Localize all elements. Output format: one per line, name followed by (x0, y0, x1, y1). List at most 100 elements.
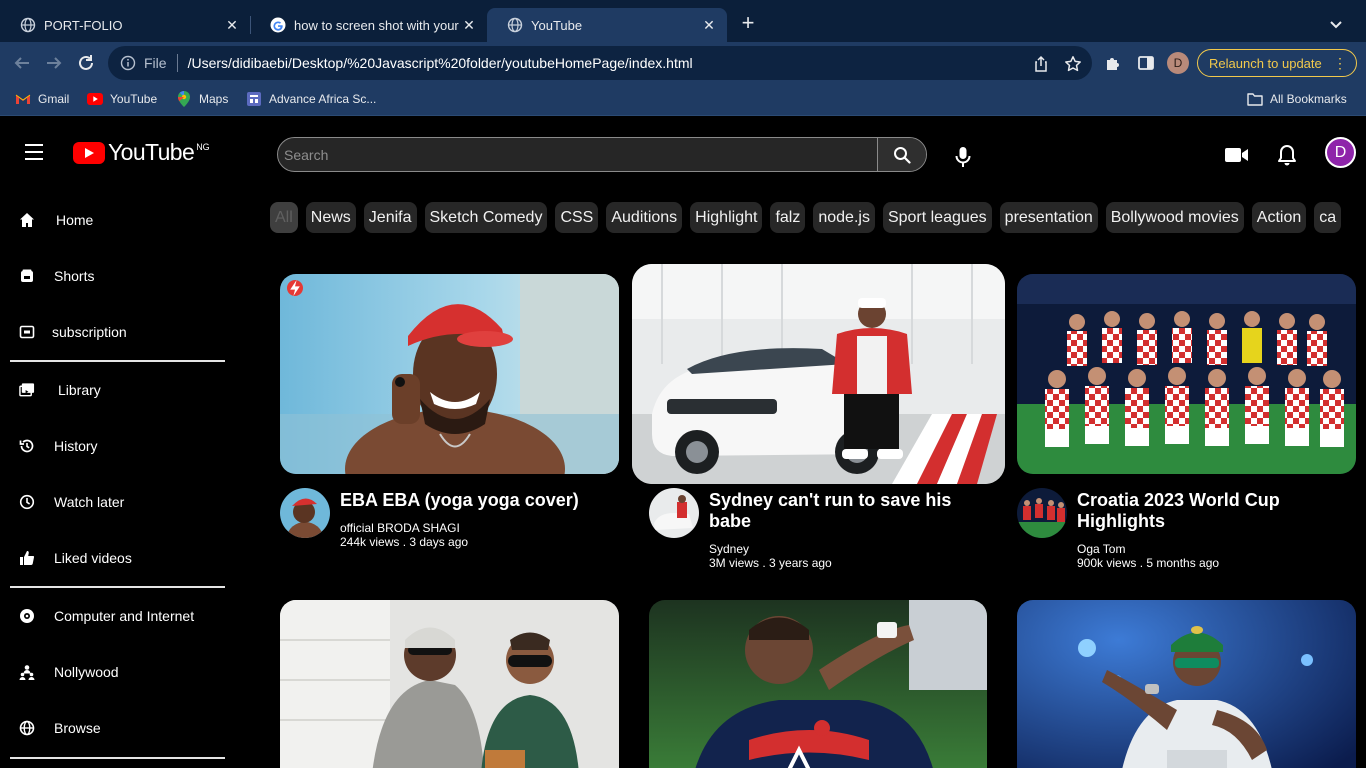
chip-bar: All News Jenifa Sketch Comedy CSS Auditions Hi… (270, 202, 1366, 236)
arrow-left-icon (14, 57, 29, 69)
more-vertical-icon[interactable]: ⋮ (1333, 55, 1347, 72)
sidebar-divider (10, 757, 225, 759)
tab-title: how to screen shot with your r (294, 17, 461, 33)
subscription-icon (19, 324, 35, 340)
channel-name[interactable]: Oga Tom (1077, 542, 1125, 556)
share-icon[interactable] (1032, 55, 1050, 73)
video-title[interactable]: Sydney can't run to save his babe (709, 490, 989, 532)
sidebar-item-home[interactable]: Home (0, 200, 240, 240)
chip-sport-leagues[interactable]: Sport leagues (882, 202, 992, 233)
video-title[interactable]: Croatia 2023 World Cup Highlights (1077, 490, 1352, 532)
forward-button[interactable] (43, 52, 65, 74)
channel-name[interactable]: Sydney (709, 542, 749, 556)
video-meta: 3M views . 3 years ago (709, 556, 832, 570)
info-icon[interactable] (120, 55, 136, 71)
browser-profile-avatar[interactable]: D (1167, 52, 1189, 74)
bell-icon[interactable] (1276, 143, 1298, 167)
reload-button[interactable] (75, 52, 97, 74)
address-bar[interactable]: File /Users/didibaebi/Desktop/%20Javascr… (108, 46, 1092, 80)
browser-tab-google-search[interactable]: how to screen shot with your r ✕ (250, 8, 487, 42)
sidebar-item-label: Watch later (54, 494, 125, 510)
video-thumbnail[interactable] (1017, 274, 1356, 474)
video-thumbnail[interactable] (280, 600, 619, 768)
sidebar-item-computer-and-internet[interactable]: Computer and Internet (0, 596, 240, 636)
chip-more[interactable]: ca (1314, 202, 1342, 233)
chip-jenifa[interactable]: Jenifa (363, 202, 417, 233)
video-thumbnail[interactable] (280, 274, 619, 474)
bookmark-gmail[interactable]: Gmail (15, 92, 69, 106)
search-input[interactable] (278, 138, 877, 171)
live-badge-icon (287, 280, 303, 296)
sidebar-item-nollywood[interactable]: Nollywood (0, 652, 240, 692)
channel-avatar[interactable] (280, 488, 330, 538)
new-tab-button[interactable]: + (736, 12, 760, 36)
back-button[interactable] (11, 52, 33, 74)
google-icon (270, 17, 286, 33)
close-icon[interactable]: ✕ (461, 17, 477, 33)
sidebar-item-history[interactable]: History (0, 426, 240, 466)
youtube-icon (87, 92, 103, 106)
browser-tab-portfolio[interactable]: PORT-FOLIO ✕ (0, 8, 250, 42)
star-icon[interactable] (1064, 55, 1082, 73)
browser-tab-youtube[interactable]: YouTube ✕ (487, 8, 727, 42)
close-icon[interactable]: ✕ (701, 17, 717, 33)
bookmark-label: Maps (199, 92, 229, 106)
chip-falz[interactable]: falz (770, 202, 806, 233)
chip-css[interactable]: CSS (555, 202, 599, 233)
video-thumbnail[interactable] (649, 600, 987, 768)
search-box (277, 137, 927, 172)
side-panel-icon[interactable] (1137, 54, 1155, 72)
menu-icon[interactable] (25, 144, 43, 160)
video-title[interactable]: EBA EBA (yoga yoga cover) (340, 490, 615, 511)
channel-avatar[interactable] (1017, 488, 1067, 538)
chip-bollywood-movies[interactable]: Bollywood movies (1105, 202, 1244, 233)
channel-avatar[interactable] (649, 488, 699, 538)
browser-toolbar: File /Users/didibaebi/Desktop/%20Javascr… (0, 42, 1366, 84)
arrow-right-icon (47, 57, 62, 69)
thumbs-up-icon (19, 550, 35, 566)
video-meta: 244k views . 3 days ago (340, 535, 469, 549)
sidebar-item-browse[interactable]: Browse (0, 708, 240, 748)
chip-presentation[interactable]: presentation (999, 202, 1098, 233)
compass-icon (19, 608, 35, 624)
relaunch-label: Relaunch to update (1209, 55, 1322, 71)
channel-name[interactable]: official BRODA SHAGI (340, 521, 460, 535)
microphone-icon[interactable] (954, 146, 972, 168)
youtube-page: YouTube NG D Home Shorts subscription (0, 117, 1366, 768)
chip-sketch-comedy[interactable]: Sketch Comedy (424, 202, 548, 233)
globe-icon (20, 17, 36, 33)
video-thumbnail[interactable] (632, 264, 1005, 484)
video-thumbnail[interactable] (1017, 600, 1356, 768)
close-icon[interactable]: ✕ (224, 17, 240, 33)
bookmark-maps[interactable]: Maps (176, 91, 229, 107)
bookmark-advance-africa[interactable]: Advance Africa Sc... (246, 92, 376, 106)
tab-search-button[interactable] (1326, 14, 1346, 34)
chip-highlight[interactable]: Highlight (690, 202, 763, 233)
extensions-icon[interactable] (1104, 54, 1122, 72)
bookmark-label: Advance Africa Sc... (269, 92, 377, 106)
sidebar-item-label: Nollywood (54, 664, 119, 680)
sidebar-item-library[interactable]: Library (0, 370, 240, 410)
youtube-logo[interactable]: YouTube NG (73, 139, 210, 166)
address-separator (176, 54, 178, 72)
sidebar-item-liked-videos[interactable]: Liked videos (0, 538, 240, 578)
sidebar-item-shorts[interactable]: Shorts (0, 256, 240, 296)
sidebar-item-watch-later[interactable]: Watch later (0, 482, 240, 522)
bookmark-youtube[interactable]: YouTube (87, 92, 157, 106)
all-bookmarks-button[interactable]: All Bookmarks (1247, 92, 1347, 106)
chip-nodejs[interactable]: node.js (813, 202, 875, 233)
clock-icon (19, 494, 35, 510)
relaunch-button[interactable]: Relaunch to update ⋮ (1197, 49, 1357, 77)
url-text[interactable]: /Users/didibaebi/Desktop/%20Javascript%2… (188, 55, 693, 71)
video-camera-icon[interactable] (1225, 146, 1249, 164)
maps-icon (176, 91, 192, 107)
chip-action[interactable]: Action (1251, 202, 1307, 233)
chip-auditions[interactable]: Auditions (606, 202, 683, 233)
chip-all[interactable]: All (270, 202, 298, 233)
user-avatar[interactable]: D (1325, 137, 1356, 168)
search-button[interactable] (877, 138, 926, 171)
chip-news[interactable]: News (305, 202, 356, 233)
sidebar-item-subscription[interactable]: subscription (0, 312, 240, 352)
sidebar-divider (10, 360, 225, 362)
sidebar-divider (10, 586, 225, 588)
